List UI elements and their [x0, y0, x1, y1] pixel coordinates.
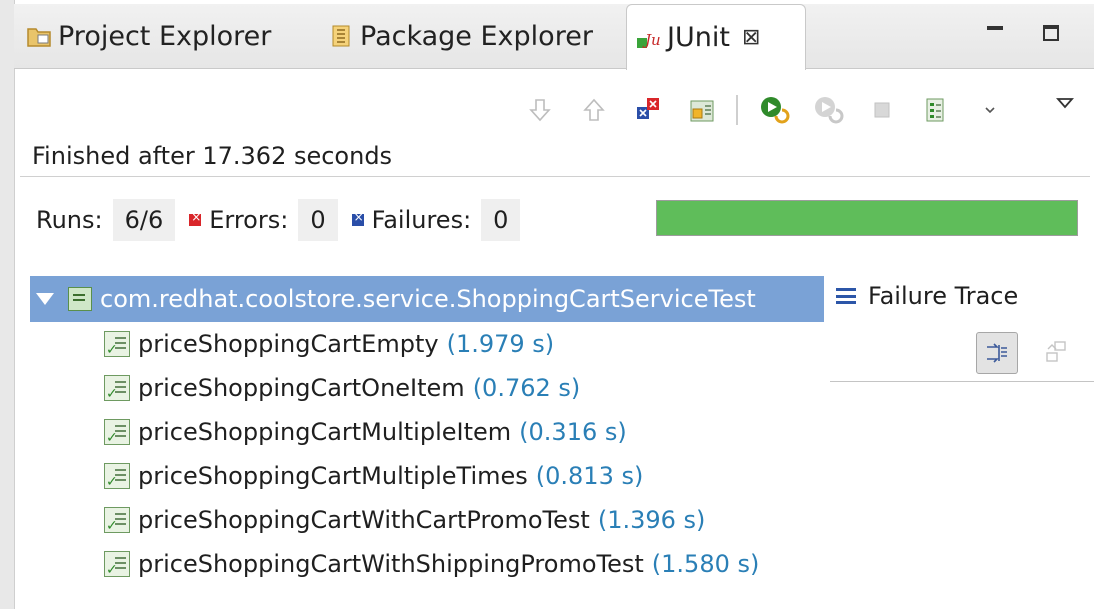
compare-result-button[interactable]: [1036, 332, 1076, 372]
previous-failure-icon[interactable]: [574, 90, 614, 130]
errors-value: 0: [298, 199, 338, 241]
test-case-name: priceShoppingCartMultipleTimes: [138, 462, 528, 490]
errors-label: Errors:: [209, 206, 289, 234]
tree-root-suite[interactable]: com.redhat.coolstore.service.ShoppingCar…: [30, 276, 824, 322]
junit-icon: Ju: [635, 25, 661, 51]
svg-text:Ju: Ju: [642, 31, 661, 49]
test-case-duration: (1.979 s): [446, 330, 555, 358]
view-menu-icon[interactable]: [1050, 88, 1080, 118]
failure-trace-header: Failure Trace: [836, 276, 1018, 316]
tab-project-explorer[interactable]: Project Explorer: [26, 4, 271, 68]
test-tree: com.redhat.coolstore.service.ShoppingCar…: [30, 276, 830, 586]
tab-strip: Project Explorer Package Explorer Ju JUn…: [14, 4, 1094, 70]
test-case-duration: (0.762 s): [472, 374, 581, 402]
errors-counter-label: Errors:: [189, 206, 288, 234]
test-case-name: priceShoppingCartEmpty: [138, 330, 439, 358]
test-case-name: priceShoppingCartOneItem: [138, 374, 465, 402]
tab-label: JUnit: [667, 22, 730, 53]
test-case-duration: (1.396 s): [597, 506, 706, 534]
test-passed-icon: [104, 463, 130, 490]
view-border: [0, 0, 15, 609]
divider: [20, 176, 1090, 177]
test-case-name: priceShoppingCartWithCartPromoTest: [138, 506, 590, 534]
expand-toggle-icon[interactable]: [36, 293, 54, 305]
failures-value: 0: [481, 199, 521, 241]
test-case-duration: (1.580 s): [651, 550, 760, 578]
test-case-duration: (0.316 s): [519, 418, 627, 446]
test-run-history-icon[interactable]: [916, 90, 956, 130]
test-case-row[interactable]: priceShoppingCartMultipleItem(0.316 s): [30, 410, 830, 454]
tab-label: Project Explorer: [58, 20, 272, 52]
rerun-test-icon[interactable]: [754, 90, 794, 130]
error-icon: [189, 210, 201, 226]
project-explorer-icon: [26, 23, 52, 49]
minimize-icon: [987, 26, 1003, 30]
show-failures-only-icon[interactable]: [628, 90, 668, 130]
test-case-name: priceShoppingCartMultipleItem: [138, 418, 512, 446]
failure-trace-icon: [836, 288, 856, 304]
next-failure-icon[interactable]: [520, 90, 560, 130]
failures-label: Failures:: [371, 206, 472, 234]
failure-trace-area: [830, 381, 1094, 382]
tab-label: Package Explorer: [360, 20, 593, 52]
test-passed-icon: [104, 419, 130, 446]
package-explorer-icon: [328, 23, 354, 49]
test-case-duration: (0.813 s): [535, 462, 644, 490]
failure-icon: [351, 210, 364, 226]
test-case-row[interactable]: priceShoppingCartWithShippingPromoTest(1…: [30, 542, 830, 586]
filter-stack-icon: [987, 343, 1007, 363]
scroll-lock-icon[interactable]: [682, 90, 722, 130]
junit-view: Project Explorer Package Explorer Ju JUn…: [0, 0, 1094, 609]
progress-fill: [657, 201, 1077, 235]
maximize-icon: [1043, 25, 1059, 41]
junit-toolbar: [520, 88, 1024, 132]
close-icon[interactable]: ⊠: [742, 25, 760, 50]
test-case-row[interactable]: priceShoppingCartEmpty(1.979 s): [30, 322, 830, 366]
test-passed-icon: [104, 375, 130, 402]
maximize-button[interactable]: [1036, 18, 1066, 48]
filter-stack-trace-button[interactable]: [976, 332, 1018, 374]
toolbar-separator: [736, 95, 738, 125]
suite-label: com.redhat.coolstore.service.ShoppingCar…: [100, 285, 756, 313]
test-case-row[interactable]: priceShoppingCartWithCartPromoTest(1.396…: [30, 498, 830, 542]
history-dropdown-icon[interactable]: [970, 90, 1010, 130]
runs-value: 6/6: [112, 199, 176, 241]
rerun-failed-first-icon[interactable]: [808, 90, 848, 130]
failures-counter-label: Failures:: [351, 206, 472, 234]
tab-package-explorer[interactable]: Package Explorer: [328, 4, 593, 68]
run-counters: Runs: 6/6 Errors: 0 Failures: 0: [36, 198, 534, 242]
run-status-text: Finished after 17.362 seconds: [32, 142, 393, 170]
test-case-list: priceShoppingCartEmpty(1.979 s)priceShop…: [30, 322, 830, 586]
failure-trace-label: Failure Trace: [868, 282, 1019, 310]
test-case-name: priceShoppingCartWithShippingPromoTest: [138, 550, 644, 578]
stop-icon[interactable]: [862, 90, 902, 130]
test-passed-icon: [104, 507, 130, 534]
test-progress-bar: [656, 200, 1078, 236]
tab-junit[interactable]: Ju JUnit ⊠: [626, 4, 806, 70]
test-case-row[interactable]: priceShoppingCartOneItem(0.762 s): [30, 366, 830, 410]
test-case-row[interactable]: priceShoppingCartMultipleTimes(0.813 s): [30, 454, 830, 498]
test-suite-icon: [68, 287, 92, 311]
minimize-button[interactable]: [980, 18, 1010, 48]
runs-label: Runs:: [36, 206, 103, 234]
test-passed-icon: [104, 551, 130, 578]
test-passed-icon: [104, 331, 130, 358]
compare-result-icon: [1046, 341, 1066, 362]
